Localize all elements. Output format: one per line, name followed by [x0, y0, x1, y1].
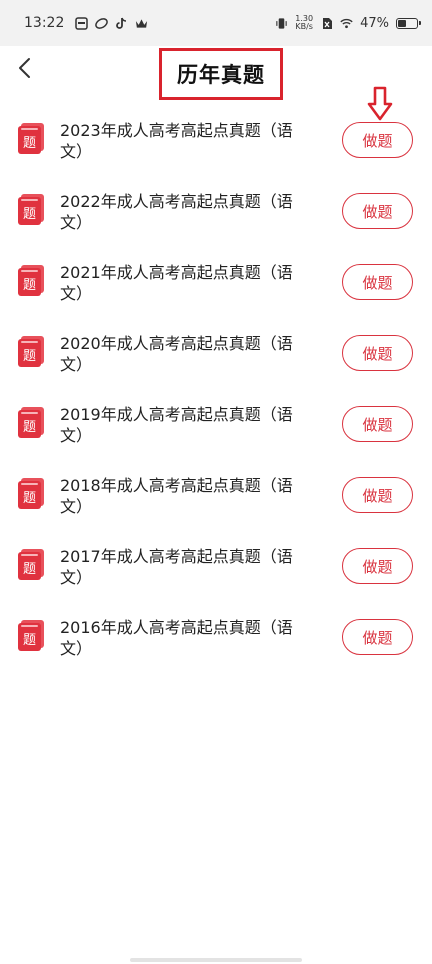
question-doc-icon: 题 — [18, 265, 44, 296]
question-doc-icon: 题 — [18, 336, 44, 367]
item-title: 2023年成人高考高起点真题（语文） — [60, 121, 293, 161]
question-doc-icon: 题 — [18, 123, 44, 154]
item-title: 2020年成人高考高起点真题（语文） — [60, 334, 293, 374]
question-doc-icon: 题 — [18, 478, 44, 509]
list-item[interactable]: 题 2018年成人高考高起点真题（语文） 做题 — [0, 460, 432, 531]
do-exercise-button[interactable]: 做题 — [342, 619, 413, 655]
item-title: 2022年成人高考高起点真题（语文） — [60, 192, 293, 232]
item-title: 2017年成人高考高起点真题（语文） — [60, 547, 293, 587]
battery-fill — [398, 19, 407, 27]
no-sim-icon — [320, 17, 333, 30]
back-button[interactable] — [8, 52, 40, 84]
doc-icon-char: 题 — [23, 278, 36, 293]
list-item[interactable]: 题 2020年成人高考高起点真题（语文） 做题 — [0, 318, 432, 389]
list-item[interactable]: 题 2021年成人高考高起点真题（语文） 做题 — [0, 247, 432, 318]
list-item[interactable]: 题 2019年成人高考高起点真题（语文） 做题 — [0, 389, 432, 460]
do-exercise-button[interactable]: 做题 — [342, 548, 413, 584]
question-doc-icon: 题 — [18, 407, 44, 438]
network-speed: 1.30 KB/s — [295, 15, 313, 31]
item-title: 2018年成人高考高起点真题（语文） — [60, 476, 293, 516]
exam-list: 题 2023年成人高考高起点真题（语文） 做题题 2022年成人高考高起点真题（语文）… — [0, 105, 432, 673]
vibrate-icon — [275, 17, 288, 30]
battery-percent: 47% — [360, 15, 389, 31]
do-exercise-button[interactable]: 做题 — [342, 122, 413, 158]
gallery-app-icon — [75, 16, 89, 30]
crown-app-icon — [135, 17, 148, 30]
item-title: 2016年成人高考高起点真题（语文） — [60, 618, 293, 658]
chevron-left-icon — [19, 58, 30, 78]
doc-icon-char: 题 — [23, 562, 36, 577]
do-exercise-button[interactable]: 做题 — [342, 264, 413, 300]
doc-icon-char: 题 — [23, 136, 36, 151]
list-item[interactable]: 题 2017年成人高考高起点真题（语文） 做题 — [0, 531, 432, 602]
doc-icon-char: 题 — [23, 491, 36, 506]
doc-icon-char: 题 — [23, 420, 36, 435]
tiktok-icon — [115, 17, 128, 30]
page-title: 历年真题 — [177, 63, 265, 87]
question-doc-icon: 题 — [18, 549, 44, 580]
do-exercise-button[interactable]: 做题 — [342, 335, 413, 371]
item-title: 2021年成人高考高起点真题（语文） — [60, 263, 293, 303]
question-doc-icon: 题 — [18, 620, 44, 651]
status-time: 13:22 — [24, 15, 65, 31]
item-title: 2019年成人高考高起点真题（语文） — [60, 405, 293, 445]
link-app-icon — [95, 17, 109, 30]
doc-icon-char: 题 — [23, 349, 36, 364]
do-exercise-button[interactable]: 做题 — [342, 406, 413, 442]
question-doc-icon: 题 — [18, 194, 44, 225]
doc-icon-char: 题 — [23, 207, 36, 222]
list-item[interactable]: 题 2022年成人高考高起点真题（语文） 做题 — [0, 176, 432, 247]
doc-icon-char: 题 — [23, 633, 36, 648]
status-left: 13:22 — [24, 15, 148, 31]
do-exercise-button[interactable]: 做题 — [342, 193, 413, 229]
battery-icon — [396, 17, 421, 29]
wifi-icon — [340, 17, 353, 30]
home-indicator — [130, 958, 302, 962]
status-bar: 13:22 1.30 KB/s 47% — [0, 0, 432, 46]
list-item[interactable]: 题 2016年成人高考高起点真题（语文） 做题 — [0, 602, 432, 673]
status-right: 1.30 KB/s 47% — [275, 15, 421, 31]
title-highlight-box: 历年真题 — [159, 48, 283, 100]
network-speed-unit: KB/s — [295, 22, 313, 31]
do-exercise-button[interactable]: 做题 — [342, 477, 413, 513]
list-item[interactable]: 题 2023年成人高考高起点真题（语文） 做题 — [0, 105, 432, 176]
